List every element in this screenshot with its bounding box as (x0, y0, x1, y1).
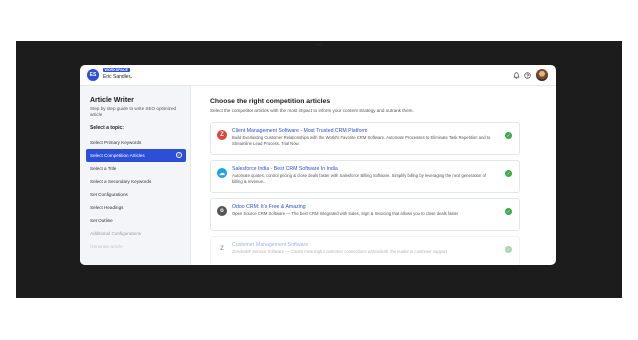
article-description: Automate quotes, control pricing & close… (232, 173, 486, 184)
article-card[interactable]: ☁ Salesforce India - Best CRM Software I… (210, 160, 520, 193)
odoo-logo-icon: o (217, 206, 227, 216)
sidebar-item-label: Select Competition Articles (90, 153, 145, 158)
check-circle-icon[interactable]: ✓ (505, 170, 512, 177)
workspace-badge: WORKSPACE (103, 68, 130, 73)
main-content: Choose the right competition articles Se… (191, 86, 556, 265)
article-title[interactable]: Client Management Software - Most Truste… (232, 128, 368, 134)
article-card[interactable]: o Odoo CRM: It's Free & Amazing Open Sou… (210, 198, 520, 231)
workspace-avatar[interactable]: ES (87, 69, 99, 81)
salesforce-logo-icon: ☁ (217, 168, 227, 178)
sidebar-item-competition-articles[interactable]: Select Competition Articles ✓ (86, 149, 186, 162)
sidebar-item-configurations[interactable]: Set Configurations (86, 188, 186, 201)
sidebar-item-label: Set Outline (90, 218, 113, 223)
sidebar-item-label: Set Configurations (90, 192, 128, 197)
article-card[interactable]: Z Client Management Software - Most Trus… (210, 122, 520, 155)
article-title[interactable]: Salesforce India - Best CRM Software In … (232, 166, 338, 172)
sidebar-item-label: Select Headings (90, 205, 124, 210)
article-title[interactable]: Customer Management Software (232, 242, 308, 248)
article-description: Build Everlasting Customer Relationships… (232, 135, 491, 146)
sidebar-item-label: Select a Title (90, 166, 117, 171)
sidebar-item-title[interactable]: Select a Title (86, 162, 186, 175)
sidebar: Article Writer Step by step guide to wri… (80, 86, 191, 265)
sidebar-item-headings[interactable]: Select Headings (86, 201, 186, 214)
zendesk-logo-icon: Z (217, 244, 227, 254)
page-title: Choose the right competition articles (210, 98, 331, 105)
zoho-logo-icon: Z (217, 130, 227, 140)
sidebar-item-label: Additional Configurations (90, 231, 142, 236)
sidebar-item-secondary-keywords[interactable]: Select a Secondary Keywords (86, 175, 186, 188)
blurred-header-text: … (316, 41, 322, 47)
check-circle-icon: ✓ (176, 152, 182, 158)
sidebar-title: Article Writer (90, 97, 134, 104)
article-title[interactable]: Odoo CRM: It's Free & Amazing (232, 204, 306, 210)
check-circle-icon[interactable]: ✓ (505, 208, 512, 215)
sidebar-item-generate-article[interactable]: Generate article (86, 240, 186, 253)
sidebar-item-label: Generate article (90, 244, 123, 249)
sidebar-item-outline[interactable]: Set Outline (86, 214, 186, 227)
bell-icon[interactable] (512, 71, 520, 79)
sidebar-item-label: Select Primary Keywords (90, 140, 142, 145)
select-topic-label: Select a topic: (90, 125, 124, 131)
article-description: Open Source CRM Software — The best CRM … (232, 211, 459, 216)
article-card[interactable]: Z Customer Management Software Zendesk® … (210, 236, 520, 265)
article-description: Zendesk® Service Software — Create meani… (232, 249, 447, 254)
sidebar-description: Step by step guide to write SEO optimize… (90, 106, 177, 117)
check-circle-icon[interactable]: ✓ (505, 246, 512, 253)
sidebar-item-primary-keywords[interactable]: Select Primary Keywords (86, 136, 186, 149)
sidebar-item-label: Select a Secondary Keywords (90, 179, 152, 184)
top-bar: ES WORKSPACE Eric Sandler ⌄ (80, 65, 556, 86)
sidebar-item-additional-configurations[interactable]: Additional Configurations (86, 227, 186, 240)
check-circle-icon[interactable]: ✓ (505, 132, 512, 139)
chevron-down-icon[interactable]: ⌄ (129, 74, 133, 80)
app-window: ES WORKSPACE Eric Sandler ⌄ Article Writ… (80, 65, 556, 265)
page-subtitle: Select the competitor articles with the … (210, 108, 414, 113)
help-icon[interactable] (523, 71, 531, 79)
screen-recording-frame: … ES WORKSPACE Eric Sandler ⌄ Article Wr… (16, 41, 622, 298)
profile-avatar[interactable] (536, 69, 548, 81)
workspace-user-name[interactable]: Eric Sandler (103, 74, 130, 80)
